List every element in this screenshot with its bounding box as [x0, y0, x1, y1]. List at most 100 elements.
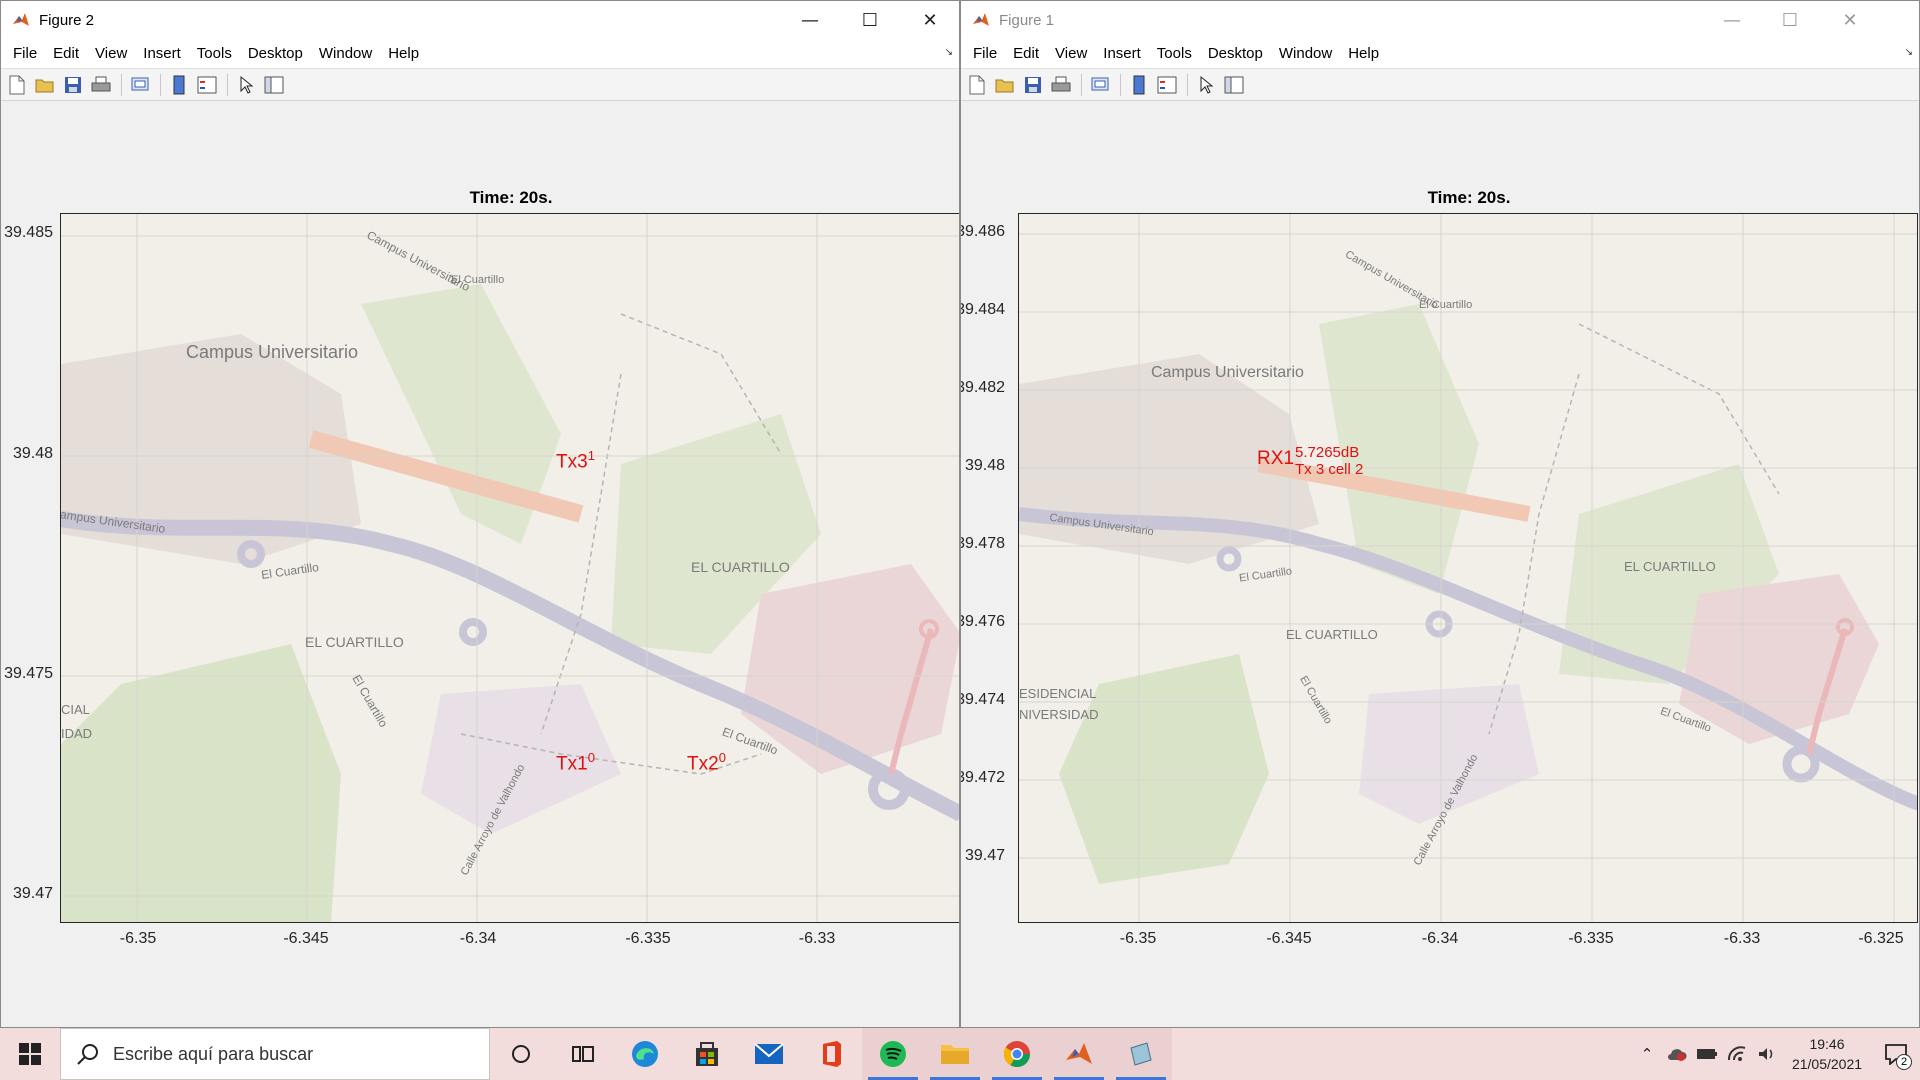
close-button[interactable]: ✕ [1821, 1, 1879, 39]
save-icon[interactable] [1021, 73, 1045, 97]
cloud-sync-icon[interactable] [1662, 1028, 1692, 1080]
link-plot-icon[interactable] [128, 73, 152, 97]
toolbar-separator [1120, 73, 1121, 96]
menu-bar: File Edit View Insert Tools Desktop Wind… [961, 39, 1919, 69]
insert-legend-icon[interactable] [195, 73, 219, 97]
rx1-power: 5.7265dB [1295, 444, 1360, 461]
matlab-icon[interactable] [1048, 1028, 1110, 1080]
minimize-button[interactable]: — [1703, 1, 1761, 39]
open-file-icon[interactable] [993, 73, 1017, 97]
menu-edit[interactable]: Edit [45, 45, 87, 62]
menu-tools[interactable]: Tools [189, 45, 240, 62]
property-inspector-icon[interactable] [1222, 73, 1246, 97]
tx3-marker[interactable]: Tx31 [556, 448, 595, 473]
insert-colorbar-icon[interactable] [1127, 73, 1151, 97]
x-tick-label: -6.35 [119, 930, 157, 947]
print-icon[interactable] [1049, 73, 1073, 97]
menu-file[interactable]: File [5, 45, 45, 62]
chrome-icon[interactable] [986, 1028, 1048, 1080]
cortana-icon[interactable] [490, 1028, 552, 1080]
clock[interactable]: 19:46 21/05/2021 [1782, 1034, 1872, 1074]
dock-arrow-icon[interactable]: ↘ [945, 47, 953, 58]
x-tick-label: -6.325 [1858, 930, 1904, 947]
menu-insert[interactable]: Insert [135, 45, 189, 62]
link-plot-icon[interactable] [1088, 73, 1112, 97]
menu-desktop[interactable]: Desktop [1200, 45, 1271, 62]
map-label: Campus Universitario [186, 342, 359, 362]
wifi-icon[interactable] [1722, 1028, 1752, 1080]
property-inspector-icon[interactable] [262, 73, 286, 97]
dock-arrow-icon[interactable]: ↘ [1905, 47, 1913, 58]
new-figure-icon[interactable] [5, 73, 29, 97]
figure-toolbar [961, 69, 1919, 101]
rx1-info: 5.7265dB Tx 3 cell 2 [1295, 444, 1363, 478]
windows-logo-icon [19, 1043, 41, 1065]
edit-plot-arrow-icon[interactable] [1194, 73, 1218, 97]
x-tick-label: -6.35 [1119, 930, 1157, 947]
figure-canvas[interactable]: Time: 20s. Campus Universitario Campus U… [961, 102, 1919, 1027]
map-label: IDAD [61, 726, 93, 741]
map-label: EL CUARTILLO [1286, 627, 1378, 642]
close-button[interactable]: ✕ [901, 1, 959, 39]
menu-help[interactable]: Help [1340, 45, 1387, 62]
notification-center-button[interactable]: 2 [1872, 1028, 1920, 1080]
edge-icon[interactable] [614, 1028, 676, 1080]
task-view-icon[interactable] [552, 1028, 614, 1080]
office-icon[interactable] [800, 1028, 862, 1080]
y-tick-label: 39.478 [960, 535, 1005, 552]
menu-insert[interactable]: Insert [1095, 45, 1149, 62]
search-icon [77, 1044, 98, 1065]
menu-window[interactable]: Window [1271, 45, 1340, 62]
y-tick-label: 39.472 [960, 769, 1005, 786]
title-bar[interactable]: Figure 1 — ☐ ✕ [961, 1, 1919, 39]
matlab-figure-icon[interactable] [1110, 1028, 1172, 1080]
battery-icon[interactable] [1692, 1028, 1722, 1080]
open-file-icon[interactable] [33, 73, 57, 97]
map-label: EL CUARTILLO [305, 634, 404, 650]
system-tray: ⌃ 19:46 21/05/2021 2 [1632, 1028, 1920, 1080]
basemap [1019, 214, 1917, 922]
insert-colorbar-icon[interactable] [167, 73, 191, 97]
rx1-marker[interactable]: RX1 [1257, 448, 1294, 470]
menu-window[interactable]: Window [311, 45, 380, 62]
file-explorer-icon[interactable] [924, 1028, 986, 1080]
chevron-up-icon[interactable]: ⌃ [1632, 1028, 1662, 1080]
map-label: El Cuartillo [1419, 299, 1473, 311]
menu-desktop[interactable]: Desktop [240, 45, 311, 62]
mail-icon[interactable] [738, 1028, 800, 1080]
edit-plot-arrow-icon[interactable] [234, 73, 258, 97]
axes-title: Time: 20s. [469, 188, 553, 207]
menu-view[interactable]: View [1047, 45, 1095, 62]
menu-tools[interactable]: Tools [1149, 45, 1200, 62]
spotify-icon[interactable] [862, 1028, 924, 1080]
toolbar-separator [1081, 73, 1082, 96]
search-box[interactable]: Escribe aquí para buscar [60, 1028, 490, 1080]
x-tick-label: -6.33 [798, 930, 836, 947]
new-figure-icon[interactable] [965, 73, 989, 97]
tx1-marker[interactable]: Tx10 [556, 750, 595, 775]
menu-edit[interactable]: Edit [1005, 45, 1047, 62]
menu-view[interactable]: View [87, 45, 135, 62]
minimize-button[interactable]: — [781, 1, 839, 39]
store-icon[interactable] [676, 1028, 738, 1080]
maximize-button[interactable]: ☐ [841, 1, 899, 39]
menu-file[interactable]: File [965, 45, 1005, 62]
x-tick-label: -6.345 [1266, 930, 1312, 947]
title-bar[interactable]: Figure 2 — ☐ ✕ [1, 1, 959, 39]
maximize-button[interactable]: ☐ [1761, 1, 1819, 39]
y-tick-label: 39.47 [964, 847, 1005, 864]
toolbar-separator [1187, 73, 1188, 96]
volume-icon[interactable] [1752, 1028, 1782, 1080]
figure-2-window: Figure 2 — ☐ ✕ File Edit View Insert Too… [0, 0, 960, 1028]
map-axes[interactable]: Campus Universitario Campus Universitari… [60, 213, 959, 923]
menu-help[interactable]: Help [380, 45, 427, 62]
insert-legend-icon[interactable] [1155, 73, 1179, 97]
tx2-marker[interactable]: Tx20 [687, 750, 726, 775]
save-icon[interactable] [61, 73, 85, 97]
start-button[interactable] [0, 1028, 60, 1080]
figure-canvas[interactable]: Time: 20s. Campus Universitario Campus U… [1, 102, 959, 1027]
map-axes[interactable]: Campus Universitario Campus Universitari… [1018, 213, 1918, 923]
y-tick-label: 39.48 [12, 445, 53, 462]
print-icon[interactable] [89, 73, 113, 97]
y-tick-label: 39.47 [12, 885, 53, 902]
